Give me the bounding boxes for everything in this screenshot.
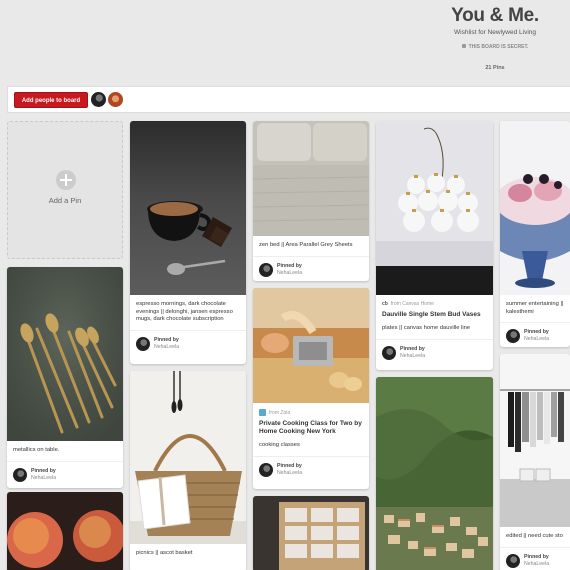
pin-description: edited || need cute sto <box>506 533 563 539</box>
board-pin-count[interactable]: 21 Pins <box>430 65 560 71</box>
pasta-machine-photo <box>253 288 369 403</box>
pinner-name[interactable]: NehaLeela <box>400 353 425 359</box>
pin-description: metallics on table. <box>13 447 60 453</box>
pinned-by-label: Pinned by <box>400 345 425 352</box>
pinner-name[interactable]: NehaLeela <box>524 336 549 342</box>
board-description: Wishlist for Newlywed Living <box>454 29 536 36</box>
pin-footer[interactable]: Pinned by NehaLeela <box>7 460 123 488</box>
pin-card[interactable]: cb from Canvas Home Dauville Single Stem … <box>376 121 493 370</box>
pin-source-site[interactable]: from Zola <box>269 410 290 416</box>
board-title: You & Me. <box>451 5 539 26</box>
linen-drawer-photo <box>253 496 369 570</box>
plus-icon <box>56 170 76 190</box>
pin-source[interactable]: from Zola <box>253 403 369 416</box>
dessert-bowl-photo <box>500 121 570 295</box>
pin-card[interactable] <box>7 492 123 570</box>
peaches-photo <box>7 492 123 570</box>
pin-description: zen bed || Area Parallel Grey Sheets <box>259 242 353 248</box>
pin-card[interactable]: summer entertaining || kalesthemi Pinned… <box>500 121 570 347</box>
pin-card[interactable] <box>253 496 369 570</box>
pinned-by-label: Pinned by <box>31 467 56 474</box>
pin-title[interactable]: Dauville Single Stem Bud Vases <box>376 307 493 319</box>
pin-description: picnics || ascot basket <box>136 550 193 556</box>
pin-image[interactable] <box>253 288 369 403</box>
basket-photo <box>130 371 246 544</box>
lake-town-photo <box>376 377 493 570</box>
board-secret-notice: THIS BOARD IS SECRET. <box>430 43 560 50</box>
pin-footer[interactable]: Pinned by NehaLeela <box>253 455 369 483</box>
pinner-name[interactable]: NehaLeela <box>524 561 549 567</box>
collaborator-avatar[interactable] <box>91 92 106 107</box>
pin-footer[interactable]: Pinned by NehaLeela <box>500 322 570 347</box>
closet-photo <box>500 354 570 527</box>
bed-sheets-photo <box>253 121 369 236</box>
pin-footer[interactable]: Pinned by NehaLeela <box>500 546 570 570</box>
pinner-avatar[interactable] <box>382 345 396 360</box>
pin-image[interactable] <box>500 354 570 527</box>
pinner-name[interactable]: NehaLeela <box>277 270 302 276</box>
zola-icon <box>259 409 266 416</box>
pin-source[interactable]: cb from Canvas Home <box>376 295 493 307</box>
pin-image[interactable] <box>130 371 246 544</box>
pin-footer[interactable]: Pinned by NehaLeela <box>253 255 369 282</box>
pin-card[interactable]: edited || need cute sto Pinned by NehaLe… <box>500 354 570 570</box>
pinned-by-label: Pinned by <box>277 262 302 269</box>
pinner-avatar[interactable] <box>136 336 150 351</box>
vases-photo <box>376 121 493 295</box>
pinner-avatar[interactable] <box>259 462 273 477</box>
collaborator-avatar[interactable] <box>108 92 123 107</box>
pin-image[interactable] <box>7 267 123 441</box>
pin-title[interactable]: Private Cooking Class for Two by Home Co… <box>253 416 369 436</box>
pinner-avatar[interactable] <box>506 553 520 568</box>
pinned-by-label: Pinned by <box>524 553 549 560</box>
pinner-avatar[interactable] <box>259 262 273 277</box>
pin-image[interactable] <box>500 121 570 295</box>
pinner-avatar[interactable] <box>13 467 27 482</box>
secret-text: THIS BOARD IS SECRET. <box>468 44 529 50</box>
pin-image[interactable] <box>253 496 369 570</box>
pinner-avatar[interactable] <box>506 329 520 343</box>
pin-card[interactable]: zen bed || Area Parallel Grey Sheets Pin… <box>253 121 369 281</box>
pinner-name[interactable]: NehaLeela <box>31 475 56 481</box>
cutlery-photo <box>7 267 123 441</box>
pin-card[interactable]: picnics || ascot basket <box>130 371 246 570</box>
pin-image[interactable] <box>376 377 493 570</box>
pinner-name[interactable]: NehaLeela <box>154 344 179 350</box>
pin-card[interactable]: espresso mornings, dark chocolate evenin… <box>130 121 246 364</box>
pin-source-brand: cb <box>382 301 388 307</box>
pin-description: espresso mornings, dark chocolate evenin… <box>136 301 233 322</box>
pin-card[interactable]: metallics on table. Pinned by NehaLeela <box>7 267 123 488</box>
pinned-by-label: Pinned by <box>524 329 549 335</box>
pin-description: cooking classes <box>259 442 300 448</box>
pinned-by-label: Pinned by <box>154 336 179 343</box>
espresso-photo <box>130 121 246 295</box>
pin-description: summer entertaining || kalesthemi <box>506 301 564 315</box>
pin-image[interactable] <box>7 492 123 570</box>
pinner-name[interactable]: NehaLeela <box>277 470 302 476</box>
pin-footer[interactable]: Pinned by NehaLeela <box>376 338 493 366</box>
pin-image[interactable] <box>376 121 493 295</box>
add-people-button[interactable]: Add people to board <box>14 92 88 108</box>
add-pin-tile[interactable]: Add a Pin <box>7 121 123 259</box>
pinned-by-label: Pinned by <box>277 462 302 469</box>
collaborators-bar: Add people to board <box>7 86 570 113</box>
add-pin-label: Add a Pin <box>48 196 82 205</box>
pin-source-site[interactable]: from Canvas Home <box>391 301 434 307</box>
pin-card[interactable]: from Zola Private Cooking Class for Two … <box>253 288 369 489</box>
pin-description: plates || canvas home dauville line <box>382 325 471 331</box>
pin-card[interactable] <box>376 377 493 570</box>
pin-footer[interactable]: Pinned by NehaLeela <box>130 329 246 357</box>
board-header: You & Me. Wishlist for Newlywed Living T… <box>0 0 570 86</box>
lock-icon <box>461 43 466 48</box>
pin-image[interactable] <box>130 121 246 295</box>
pin-image[interactable] <box>253 121 369 236</box>
